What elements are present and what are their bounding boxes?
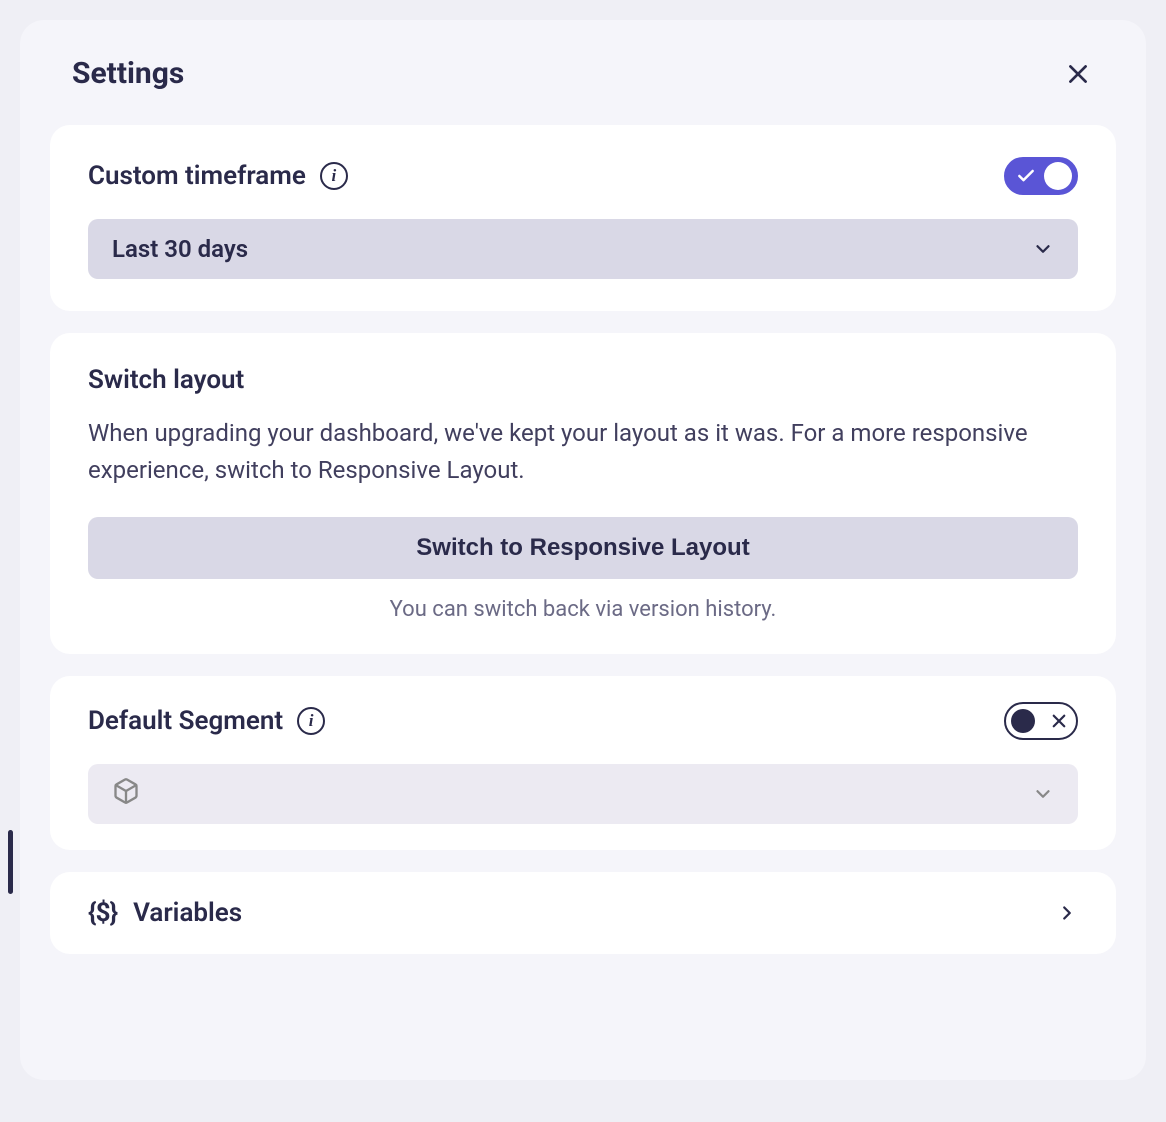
chevron-right-icon [1056, 902, 1078, 924]
switch-layout-card: Switch layout When upgrading your dashbo… [50, 333, 1116, 654]
custom-timeframe-row: Custom timeframe i [88, 157, 1078, 195]
chevron-down-icon [1032, 238, 1054, 260]
switch-layout-label: Switch layout [88, 365, 1078, 395]
info-icon[interactable]: i [297, 707, 325, 735]
custom-timeframe-label-group: Custom timeframe i [88, 161, 348, 191]
default-segment-card: Default Segment i [50, 676, 1116, 850]
switch-layout-hint: You can switch back via version history. [88, 597, 1078, 622]
scroll-handle[interactable] [8, 830, 13, 894]
panel-header: Settings [20, 56, 1146, 125]
toggle-knob [1011, 709, 1035, 733]
cube-icon [112, 777, 140, 805]
custom-timeframe-card: Custom timeframe i Last 30 days [50, 125, 1116, 311]
custom-timeframe-toggle[interactable] [1004, 157, 1078, 195]
custom-timeframe-label: Custom timeframe [88, 161, 306, 191]
chevron-down-icon [1032, 783, 1054, 805]
timeframe-select[interactable]: Last 30 days [88, 219, 1078, 279]
default-segment-toggle[interactable] [1004, 702, 1078, 740]
variables-row[interactable]: {$} Variables [50, 872, 1116, 954]
info-icon[interactable]: i [320, 162, 348, 190]
toggle-knob [1044, 162, 1072, 190]
close-icon [1065, 61, 1091, 87]
timeframe-value: Last 30 days [112, 235, 248, 263]
x-icon [1050, 712, 1068, 730]
switch-layout-description: When upgrading your dashboard, we've kep… [88, 415, 1078, 489]
settings-panel: Settings Custom timeframe i Last 30 days… [20, 20, 1146, 1080]
segment-icon-wrap [112, 777, 140, 811]
default-segment-row: Default Segment i [88, 702, 1078, 740]
variables-lead: {$} Variables [88, 898, 242, 928]
panel-title: Settings [72, 56, 184, 91]
check-icon [1016, 166, 1036, 186]
variables-label: Variables [133, 898, 242, 928]
default-segment-label-group: Default Segment i [88, 706, 325, 736]
default-segment-label: Default Segment [88, 706, 283, 736]
switch-layout-button[interactable]: Switch to Responsive Layout [88, 517, 1078, 579]
close-button[interactable] [1062, 58, 1094, 90]
variables-icon: {$} [88, 898, 117, 928]
segment-select [88, 764, 1078, 824]
